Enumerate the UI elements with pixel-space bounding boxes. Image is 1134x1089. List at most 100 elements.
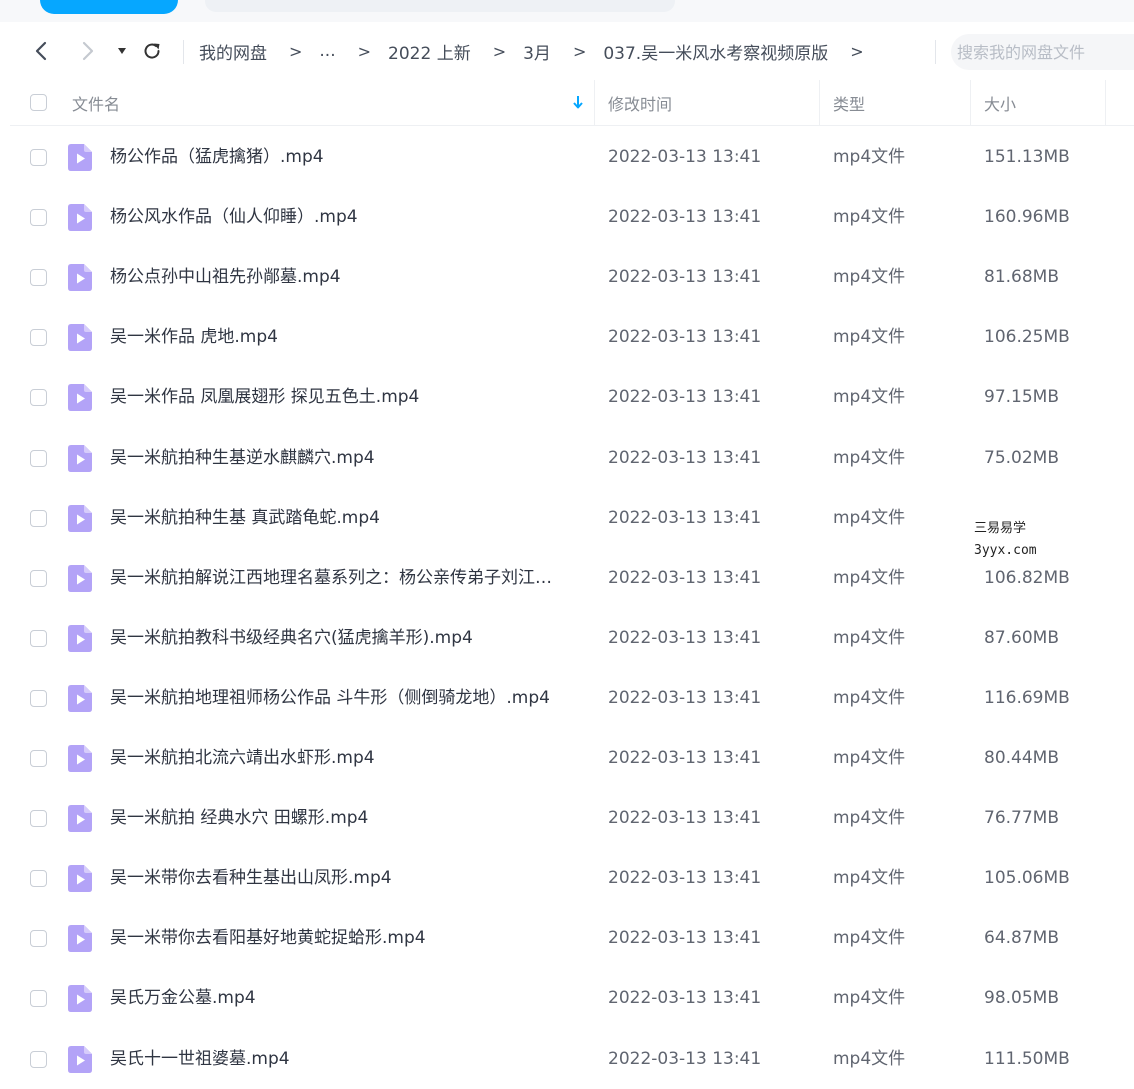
video-file-icon bbox=[68, 805, 92, 833]
video-file-icon bbox=[68, 144, 92, 171]
video-file-icon bbox=[68, 564, 92, 592]
file-row[interactable]: 杨公风水作品（仙人仰睡）.mp4 2022-03-13 13:41 mp4文件 160… bbox=[10, 187, 1134, 247]
file-modified-time: 2022-03-13 13:41 bbox=[608, 868, 762, 889]
breadcrumb-item-march[interactable]: 3月 bbox=[523, 39, 551, 64]
column-header-modified[interactable]: 修改时间 bbox=[608, 80, 672, 125]
breadcrumb-item-my-drive[interactable]: 我的网盘 bbox=[199, 39, 267, 64]
column-header-name[interactable]: 文件名 bbox=[72, 80, 120, 125]
file-modified-time: 2022-03-13 13:41 bbox=[608, 687, 762, 708]
file-row[interactable]: 吴一米航拍种生基逆水麒麟穴.mp4 2022-03-13 13:41 mp4文件 75… bbox=[10, 428, 1134, 488]
file-name[interactable]: 吴一米航拍种生基逆水麒麟穴.mp4 bbox=[110, 428, 585, 488]
file-size: 105.06MB bbox=[984, 868, 1070, 889]
top-strip bbox=[0, 0, 1134, 22]
file-name[interactable]: 吴一米航拍 经典水穴 田螺形.mp4 bbox=[110, 788, 585, 848]
search-input[interactable] bbox=[951, 34, 1134, 70]
toolbar-divider bbox=[935, 40, 936, 64]
breadcrumb-separator: > bbox=[289, 41, 303, 61]
row-checkbox[interactable] bbox=[30, 870, 47, 888]
file-row[interactable]: 吴一米作品 虎地.mp4 2022-03-13 13:41 mp4文件 106.25M… bbox=[10, 307, 1134, 367]
file-name[interactable]: 吴一米作品 虎地.mp4 bbox=[110, 307, 585, 367]
row-checkbox[interactable] bbox=[30, 930, 47, 948]
breadcrumb-item-ellipsis[interactable]: ... bbox=[319, 41, 335, 61]
file-row[interactable]: 吴一米航拍地理祖师杨公作品 斗牛形（侧倒骑龙地）.mp4 2022-03-13 1… bbox=[10, 668, 1134, 728]
file-name[interactable]: 吴一米带你去看种生基出山凤形.mp4 bbox=[110, 848, 585, 908]
row-checkbox[interactable] bbox=[30, 449, 47, 467]
file-size: 116.69MB bbox=[984, 687, 1070, 708]
file-modified-time: 2022-03-13 13:41 bbox=[608, 387, 762, 408]
sort-down-icon[interactable] bbox=[572, 94, 584, 110]
file-type: mp4文件 bbox=[833, 627, 906, 648]
breadcrumb-item-current-folder[interactable]: 037.吴一米风水考察视频原版 bbox=[603, 39, 828, 64]
file-type: mp4文件 bbox=[833, 327, 906, 348]
file-name[interactable]: 吴一米带你去看阳基好地黄蛇捉蛤形.mp4 bbox=[110, 908, 585, 968]
file-name[interactable]: 杨公点孙中山祖先孙䣊墓.mp4 bbox=[110, 247, 585, 307]
file-name[interactable]: 吴一米航拍地理祖师杨公作品 斗牛形（侧倒骑龙地）.mp4 bbox=[110, 668, 585, 728]
file-name[interactable]: 杨公风水作品（仙人仰睡）.mp4 bbox=[110, 187, 585, 247]
chevron-right-icon bbox=[82, 41, 94, 61]
file-type: mp4文件 bbox=[833, 988, 906, 1009]
back-button[interactable] bbox=[27, 36, 55, 66]
file-type: mp4文件 bbox=[833, 868, 906, 889]
caret-down-icon bbox=[118, 48, 126, 54]
video-file-icon bbox=[68, 684, 92, 712]
file-type: mp4文件 bbox=[833, 207, 906, 228]
video-file-icon bbox=[68, 865, 92, 893]
row-checkbox[interactable] bbox=[30, 269, 47, 287]
column-header-size[interactable]: 大小 bbox=[984, 80, 1016, 125]
refresh-button[interactable] bbox=[138, 36, 166, 66]
file-row[interactable]: 吴氏万金公墓.mp4 2022-03-13 13:41 mp4文件 98.05MB bbox=[10, 968, 1134, 1028]
file-row[interactable]: 吴一米航拍教科书级经典名穴(猛虎擒羊形).mp4 2022-03-13 13:41… bbox=[10, 608, 1134, 668]
history-dropdown-button[interactable] bbox=[108, 36, 136, 66]
file-row[interactable]: 吴一米航拍 经典水穴 田螺形.mp4 2022-03-13 13:41 mp4文件 7… bbox=[10, 788, 1134, 848]
top-bar-field[interactable] bbox=[205, 0, 675, 12]
file-type: mp4文件 bbox=[833, 687, 906, 708]
file-modified-time: 2022-03-13 13:41 bbox=[608, 447, 762, 468]
file-size: 106.25MB bbox=[984, 327, 1070, 348]
row-checkbox[interactable] bbox=[30, 1050, 47, 1068]
file-row[interactable]: 杨公点孙中山祖先孙䣊墓.mp4 2022-03-13 13:41 mp4文件 81.6… bbox=[10, 247, 1134, 307]
video-file-icon bbox=[68, 204, 92, 232]
file-name[interactable]: 吴一米作品 凤凰展翅形 探见五色土.mp4 bbox=[110, 367, 585, 427]
row-checkbox[interactable] bbox=[30, 209, 47, 227]
file-row[interactable]: 吴一米带你去看阳基好地黄蛇捉蛤形.mp4 2022-03-13 13:41 mp4文… bbox=[10, 908, 1134, 968]
video-file-icon bbox=[68, 925, 92, 953]
file-modified-time: 2022-03-13 13:41 bbox=[608, 207, 762, 228]
file-modified-time: 2022-03-13 13:41 bbox=[608, 507, 762, 528]
file-name[interactable]: 杨公作品（猛虎擒猪）.mp4 bbox=[110, 127, 585, 187]
row-checkbox[interactable] bbox=[30, 810, 47, 828]
forward-button[interactable] bbox=[74, 36, 102, 66]
file-type: mp4文件 bbox=[833, 387, 906, 408]
file-row[interactable]: 吴一米带你去看种生基出山凤形.mp4 2022-03-13 13:41 mp4文件 1… bbox=[10, 848, 1134, 908]
row-checkbox[interactable] bbox=[30, 629, 47, 647]
file-name[interactable]: 吴氏万金公墓.mp4 bbox=[110, 968, 585, 1028]
row-checkbox[interactable] bbox=[30, 389, 47, 407]
file-row[interactable]: 吴一米航拍北流六靖出水虾形.mp4 2022-03-13 13:41 mp4文件 80… bbox=[10, 728, 1134, 788]
row-checkbox[interactable] bbox=[30, 990, 47, 1008]
file-type: mp4文件 bbox=[833, 507, 906, 528]
column-header-type[interactable]: 类型 bbox=[833, 80, 865, 125]
file-size: 151.13MB bbox=[984, 147, 1070, 167]
row-checkbox[interactable] bbox=[30, 149, 47, 166]
file-name[interactable]: 吴一米航拍北流六靖出水虾形.mp4 bbox=[110, 728, 585, 788]
row-checkbox[interactable] bbox=[30, 509, 47, 527]
video-file-icon bbox=[68, 264, 92, 292]
breadcrumb-item-2022[interactable]: 2022 上新 bbox=[388, 39, 471, 64]
file-row[interactable]: 杨公作品（猛虎擒猪）.mp4 2022-03-13 13:41 mp4文件 151.1… bbox=[10, 127, 1134, 187]
column-separator bbox=[970, 80, 971, 125]
watermark: 三易易学 3yyx.com bbox=[964, 514, 1054, 566]
row-checkbox[interactable] bbox=[30, 329, 47, 347]
column-separator bbox=[819, 80, 820, 125]
row-checkbox[interactable] bbox=[30, 569, 47, 587]
toolbar-divider bbox=[183, 40, 184, 64]
select-all-checkbox[interactable] bbox=[30, 94, 47, 111]
file-name[interactable]: 吴一米航拍种生基 真武踏龟蛇.mp4 bbox=[110, 488, 585, 548]
file-name[interactable]: 吴一米航拍解说江西地理名墓系列之：杨公亲传弟子刘江… bbox=[110, 548, 585, 608]
file-name[interactable]: 吴一米航拍教科书级经典名穴(猛虎擒羊形).mp4 bbox=[110, 608, 585, 668]
upload-button[interactable] bbox=[40, 0, 178, 14]
file-modified-time: 2022-03-13 13:41 bbox=[608, 748, 762, 768]
row-checkbox[interactable] bbox=[30, 750, 47, 767]
row-checkbox[interactable] bbox=[30, 689, 47, 707]
file-row[interactable]: 吴一米作品 凤凰展翅形 探见五色土.mp4 2022-03-13 13:41 mp4… bbox=[10, 367, 1134, 427]
file-modified-time: 2022-03-13 13:41 bbox=[608, 567, 762, 588]
video-file-icon bbox=[68, 985, 92, 1013]
